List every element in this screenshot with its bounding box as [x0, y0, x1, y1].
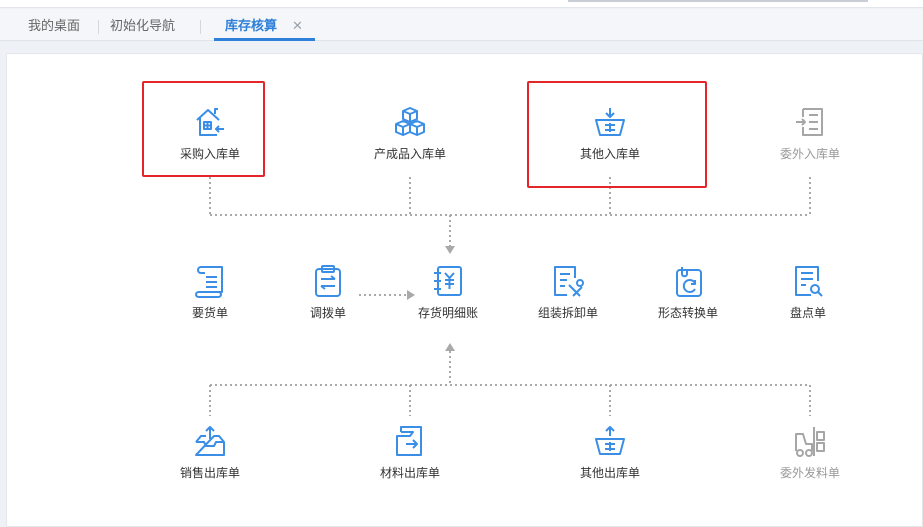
node-label: 委外入库单: [779, 147, 840, 161]
node-label: 调拨单: [309, 306, 346, 320]
node-assembly-disassembly[interactable]: 组装拆卸单: [508, 264, 628, 334]
boxes-icon: [395, 107, 425, 136]
node-label: 要货单: [191, 306, 228, 320]
node-label: 盘点单: [789, 306, 826, 320]
tab-init-navigation[interactable]: 初始化导航: [110, 9, 175, 41]
node-label: 形态转换单: [657, 306, 718, 320]
active-tab-indicator: [214, 38, 315, 41]
forklift-icon: [795, 427, 825, 457]
assembly-icon: [554, 266, 584, 297]
node-label: 销售出库单: [179, 466, 240, 480]
node-stocktake[interactable]: 盘点单: [748, 264, 868, 334]
material-out-icon: [396, 426, 422, 456]
inventory-check-icon: [795, 266, 823, 297]
node-label: 采购入库单: [179, 147, 240, 161]
transfer-icon: [315, 265, 341, 297]
node-transfer[interactable]: 调拨单: [268, 264, 388, 334]
tab-inventory-accounting[interactable]: 库存核算: [225, 9, 277, 41]
ledger-icon: [434, 266, 462, 296]
node-label: 委外发料单: [779, 466, 840, 480]
warehouse-in-icon: [196, 108, 224, 136]
node-requisition[interactable]: 要货单: [150, 264, 270, 334]
basket-in-icon: [595, 108, 625, 136]
node-label: 组装拆卸单: [537, 306, 598, 320]
node-outsource-issue[interactable]: 委外发料单: [750, 424, 870, 494]
outsource-in-icon: [796, 108, 823, 136]
tray-out-icon: [195, 426, 225, 456]
node-other-delivery[interactable]: 其他出库单: [550, 424, 670, 494]
node-label: 存货明细账: [417, 306, 478, 320]
scroll-icon: [195, 266, 223, 298]
node-inventory-ledger[interactable]: 存货明细账: [388, 264, 508, 334]
conversion-icon: [676, 267, 702, 297]
node-label: 产成品入库单: [373, 147, 446, 161]
node-purchase-receipt[interactable]: 采购入库单: [150, 105, 270, 175]
node-other-receipt[interactable]: 其他入库单: [550, 105, 670, 175]
top-search-box-edge: [568, 0, 868, 2]
node-finished-goods-receipt[interactable]: 产成品入库单: [350, 105, 470, 175]
node-label: 其他入库单: [579, 147, 640, 161]
tab-my-desktop[interactable]: 我的桌面: [28, 9, 80, 41]
tab-separator: [98, 20, 99, 34]
node-label: 材料出库单: [379, 466, 440, 480]
node-form-conversion[interactable]: 形态转换单: [628, 264, 748, 334]
node-sales-delivery[interactable]: 销售出库单: [150, 424, 270, 494]
flow-panel: 采购入库单 产成品入库单 其他入库单 委外入库单 要货单 调拨单 存货明细账 组…: [6, 53, 923, 527]
node-material-issue[interactable]: 材料出库单: [350, 424, 470, 494]
basket-out-icon: [595, 426, 625, 455]
tab-bar: 我的桌面 初始化导航 库存核算 ✕: [0, 9, 923, 41]
tab-separator: [200, 20, 201, 34]
node-outsource-receipt[interactable]: 委外入库单: [750, 105, 870, 175]
node-label: 其他出库单: [579, 466, 640, 480]
